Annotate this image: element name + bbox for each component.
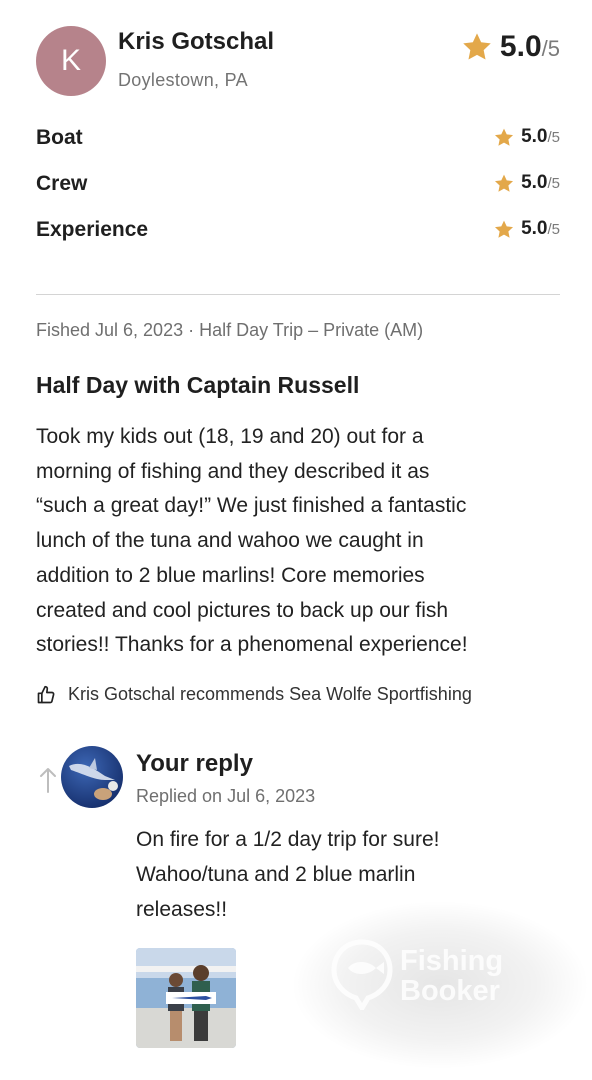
review-title: Half Day with Captain Russell <box>36 372 360 398</box>
trip-meta: Fished Jul 6, 2023 · Half Day Trip – Pri… <box>36 320 424 340</box>
review-line: lunch of the tuna and wahoo we caught in <box>36 529 424 553</box>
star-icon <box>495 174 514 192</box>
review-line: “such a great day!” We just finished a f… <box>36 494 467 518</box>
rating-out-of: /5 <box>547 175 560 192</box>
overall-out-of: /5 <box>541 36 560 61</box>
review-line: created and cool pictures to back up our… <box>36 598 449 622</box>
fishingbooker-logo-icon <box>331 939 393 1013</box>
reply-arrow-icon <box>40 768 56 793</box>
rating-value: 5.0 /5 <box>493 172 560 194</box>
rating-row-boat: Boat 5.0 /5 <box>36 122 560 168</box>
watermark-text: Fishing Booker <box>400 946 503 1006</box>
review-line: Took my kids out (18, 19 and 20) out for… <box>36 425 424 448</box>
reply-title: Your reply <box>136 750 253 777</box>
watermark-line: Booker <box>400 975 500 1007</box>
category-ratings: Boat 5.0 /5 Crew 5.0 /5 Experience 5.0 /… <box>36 122 560 260</box>
rating-out-of: /5 <box>547 221 560 238</box>
reply-date: Replied on Jul 6, 2023 <box>136 786 316 806</box>
rating-score: 5.0 <box>521 172 548 193</box>
rating-label: Experience <box>36 218 149 241</box>
recommendation: Kris Gotschal recommends Sea Wolfe Sport… <box>36 684 472 705</box>
rating-row-crew: Crew 5.0 /5 <box>36 168 560 214</box>
marlin-photo-icon <box>61 746 123 808</box>
recommendation-text: Kris Gotschal recommends Sea Wolfe Sport… <box>68 684 472 704</box>
rating-out-of: /5 <box>547 129 560 146</box>
avatar[interactable]: K <box>36 26 106 96</box>
reviewer-header: K Kris Gotschal Doylestown, PA 5.0 /5 <box>36 26 560 100</box>
review-body: Took my kids out (18, 19 and 20) out for… <box>36 420 566 663</box>
review-line: morning of fishing and they described it… <box>36 459 430 483</box>
rating-label: Crew <box>36 172 88 195</box>
star-icon <box>495 128 514 146</box>
reviewer-name[interactable]: Kris Gotschal <box>118 28 274 56</box>
fishing-photo-thumbnail <box>136 948 236 1048</box>
watermark-line: Fishing <box>400 945 504 977</box>
divider <box>36 294 560 295</box>
fishingbooker-watermark: Fishing Booker <box>330 938 540 1018</box>
review-line: addition to 2 blue marlins! Core memorie… <box>36 563 425 587</box>
star-icon <box>495 220 514 238</box>
rating-label: Boat <box>36 126 83 149</box>
rating-row-experience: Experience 5.0 /5 <box>36 214 560 260</box>
owner-avatar[interactable] <box>61 746 123 808</box>
star-icon <box>463 33 491 60</box>
reply-line: Wahoo/tuna and 2 blue marlin <box>136 863 416 886</box>
overall-score: 5.0 <box>499 30 542 63</box>
rating-value: 5.0 /5 <box>493 218 560 240</box>
rating-score: 5.0 <box>521 218 548 239</box>
reply-line: On fire for a 1/2 day trip for sure! <box>136 828 440 851</box>
review-line: stories!! Thanks for a phenomenal experi… <box>36 633 468 657</box>
reply-photo-thumbnail[interactable] <box>136 948 236 1048</box>
rating-score: 5.0 <box>521 126 548 147</box>
overall-rating: 5.0 /5 <box>460 30 560 64</box>
reviewer-location: Doylestown, PA <box>118 70 248 90</box>
thumbs-up-icon <box>37 685 55 703</box>
rating-value: 5.0 /5 <box>493 126 560 148</box>
